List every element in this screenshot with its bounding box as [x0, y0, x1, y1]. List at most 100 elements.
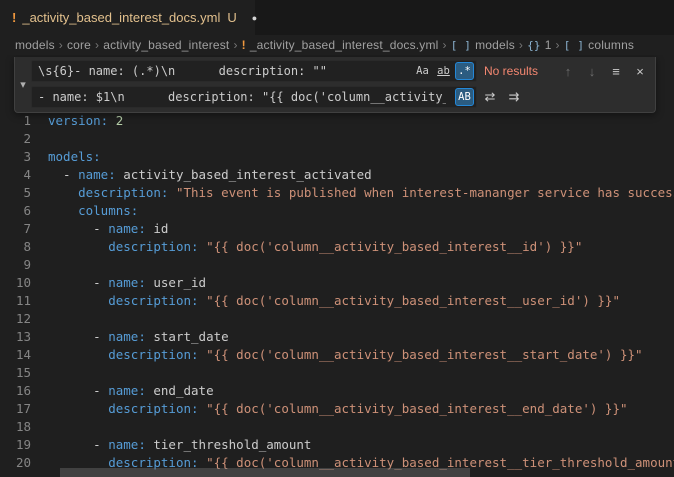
line-number[interactable]: 7: [0, 220, 31, 238]
code-line[interactable]: 13 - name: start_date: [0, 328, 674, 346]
code-line[interactable]: 18: [0, 418, 674, 436]
code-line[interactable]: 5 description: "This event is published …: [0, 184, 674, 202]
preserve-case-button[interactable]: AB: [455, 88, 474, 106]
code-text[interactable]: description: "{{ doc('column__activity_b…: [48, 292, 620, 310]
code-line[interactable]: 7 - name: id: [0, 220, 674, 238]
editor[interactable]: 1version: 223models:4 - name: activity_b…: [0, 55, 674, 477]
code-text[interactable]: - name: activity_based_interest_activate…: [48, 166, 372, 184]
code-text[interactable]: - name: tier_threshold_amount: [48, 436, 311, 454]
code-token: -: [48, 383, 108, 398]
breadcrumb-item-core[interactable]: core: [67, 38, 91, 52]
line-number[interactable]: 6: [0, 202, 31, 220]
breadcrumb-separator-icon: ›: [233, 38, 237, 52]
line-number[interactable]: 9: [0, 256, 31, 274]
code-text[interactable]: version: 2: [48, 112, 123, 130]
close-find-button[interactable]: ×: [629, 60, 651, 82]
find-input[interactable]: [31, 60, 477, 82]
breadcrumb-item-file[interactable]: ! _activity_based_interest_docs.yml: [242, 38, 439, 52]
code-text[interactable]: description: "{{ doc('column__activity_b…: [48, 346, 643, 364]
code-text[interactable]: description: "{{ doc('column__activity_b…: [48, 238, 582, 256]
code-token: -: [48, 167, 78, 182]
code-token: end_date: [146, 383, 214, 398]
replace-input[interactable]: [31, 86, 477, 108]
breadcrumb-separator-icon: ›: [443, 38, 447, 52]
breadcrumb-item-symbol-1[interactable]: {} 1: [527, 38, 551, 52]
line-number[interactable]: 13: [0, 328, 31, 346]
code-text[interactable]: description: "This event is published wh…: [48, 184, 674, 202]
code-token: [48, 239, 108, 254]
code-token: -: [48, 275, 108, 290]
toggle-replace-button[interactable]: ▾: [15, 60, 31, 108]
code-text[interactable]: models:: [48, 148, 101, 166]
code-token: description:: [108, 293, 198, 308]
code-line[interactable]: 2: [0, 130, 674, 148]
line-number[interactable]: 5: [0, 184, 31, 202]
code-token: [48, 401, 108, 416]
line-number[interactable]: 12: [0, 310, 31, 328]
code-text[interactable]: columns:: [48, 202, 138, 220]
code-token: [48, 203, 78, 218]
breadcrumb-item-symbol-columns[interactable]: [ ] columns: [564, 38, 634, 52]
code-token: -: [48, 437, 108, 452]
whole-word-button[interactable]: ab: [434, 62, 453, 80]
code-line[interactable]: 19 - name: tier_threshold_amount: [0, 436, 674, 454]
code-token: "{{ doc('column__activity_based_interest…: [206, 239, 582, 254]
replace-all-button[interactable]: ⇉: [503, 86, 525, 108]
horizontal-scrollbar[interactable]: [60, 468, 470, 477]
breadcrumb-item-folder[interactable]: activity_based_interest: [103, 38, 229, 52]
match-case-button[interactable]: Aa: [413, 62, 432, 80]
editor-tab[interactable]: ! _activity_based_interest_docs.yml U ●: [0, 0, 256, 35]
line-number[interactable]: 15: [0, 364, 31, 382]
code-token: [199, 293, 207, 308]
line-number[interactable]: 1: [0, 112, 31, 130]
line-number[interactable]: 4: [0, 166, 31, 184]
line-number[interactable]: 2: [0, 130, 31, 148]
line-number[interactable]: 18: [0, 418, 31, 436]
code-line[interactable]: 3 models:: [0, 148, 674, 166]
line-number[interactable]: 16: [0, 382, 31, 400]
code-line[interactable]: 12: [0, 310, 674, 328]
line-number[interactable]: 19: [0, 436, 31, 454]
line-number[interactable]: 8: [0, 238, 31, 256]
code-token: [168, 185, 176, 200]
code-area[interactable]: 1version: 223models:4 - name: activity_b…: [0, 55, 674, 472]
code-line[interactable]: 4 - name: activity_based_interest_activa…: [0, 166, 674, 184]
replace-button[interactable]: ⇄: [479, 86, 501, 108]
code-line[interactable]: 10 - name: user_id: [0, 274, 674, 292]
line-number[interactable]: 14: [0, 346, 31, 364]
code-line[interactable]: 14 description: "{{ doc('column__activit…: [0, 346, 674, 364]
array-symbol-icon: [ ]: [564, 39, 584, 52]
code-token: description:: [78, 185, 168, 200]
code-token: -: [48, 221, 108, 236]
line-number[interactable]: 3: [0, 148, 31, 166]
code-text[interactable]: description: "{{ doc('column__activity_b…: [48, 400, 628, 418]
code-token: "{{ doc('column__activity_based_interest…: [206, 347, 643, 362]
line-number[interactable]: 20: [0, 454, 31, 472]
unsaved-changes-dot[interactable]: ●: [252, 13, 257, 23]
line-number[interactable]: 11: [0, 292, 31, 310]
code-text[interactable]: - name: id: [48, 220, 168, 238]
breadcrumb-label: models: [15, 38, 55, 52]
code-line[interactable]: 1 version: 2: [0, 112, 674, 130]
code-token: [48, 347, 108, 362]
previous-match-button[interactable]: ↑: [557, 60, 579, 82]
find-in-selection-button[interactable]: ≡: [605, 60, 627, 82]
breadcrumb-item-symbol-models[interactable]: [ ] models: [451, 38, 515, 52]
breadcrumb-item-models[interactable]: models: [15, 38, 55, 52]
line-number[interactable]: 17: [0, 400, 31, 418]
code-line[interactable]: 15: [0, 364, 674, 382]
line-number[interactable]: 10: [0, 274, 31, 292]
code-text[interactable]: - name: user_id: [48, 274, 206, 292]
code-text[interactable]: - name: start_date: [48, 328, 229, 346]
regex-button[interactable]: .*: [455, 62, 474, 80]
tab-filename: _activity_based_interest_docs.yml: [22, 10, 220, 25]
code-line[interactable]: 9: [0, 256, 674, 274]
code-line[interactable]: 16 - name: end_date: [0, 382, 674, 400]
code-line[interactable]: 11 description: "{{ doc('column__activit…: [0, 292, 674, 310]
code-line[interactable]: 8 description: "{{ doc('column__activity…: [0, 238, 674, 256]
code-line[interactable]: 17 description: "{{ doc('column__activit…: [0, 400, 674, 418]
next-match-button[interactable]: ↓: [581, 60, 603, 82]
code-text[interactable]: - name: end_date: [48, 382, 214, 400]
yaml-file-icon: !: [242, 38, 246, 52]
code-line[interactable]: 6 columns:: [0, 202, 674, 220]
